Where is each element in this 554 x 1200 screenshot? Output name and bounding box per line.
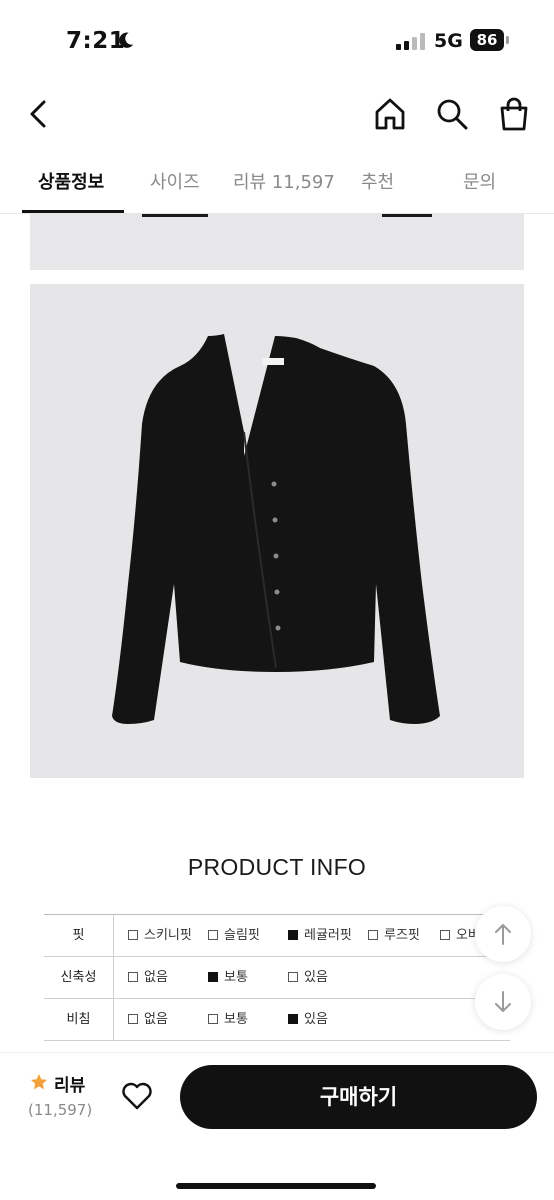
- battery-level: 86: [470, 29, 504, 51]
- sheer-option-normal: 보통: [208, 999, 248, 1041]
- home-indicator: [176, 1183, 376, 1189]
- fit-option-skinny: 스키니핏: [128, 915, 192, 957]
- bottom-purchase-bar: 리뷰 (11,597) 구매하기: [0, 1052, 554, 1200]
- home-icon: [375, 98, 405, 130]
- row-label-fit: 핏: [44, 915, 114, 957]
- cellular-signal-icon: [396, 32, 426, 50]
- fit-option-over: 오버: [440, 915, 480, 957]
- product-image-previous: [30, 214, 524, 270]
- product-image-cardigan: [30, 284, 524, 778]
- battery-tip: [506, 36, 509, 44]
- sheer-option-none: 없음: [128, 999, 168, 1041]
- sheer-option-yes: 있음: [288, 999, 328, 1041]
- moon-icon: [119, 32, 134, 48]
- product-detail-content: PRODUCT INFO 핏 스키니핏 슬림핏 레귤러핏 루즈핏 오버 신축성 …: [0, 214, 554, 1052]
- shopping-bag-icon: [500, 97, 528, 131]
- fit-option-slim: 슬림핏: [208, 915, 260, 957]
- cart-button[interactable]: [496, 96, 532, 132]
- arrow-up-icon: [495, 924, 511, 945]
- tab-size[interactable]: 사이즈: [150, 168, 200, 194]
- review-label: 리뷰: [54, 1076, 86, 1096]
- back-button[interactable]: [22, 96, 56, 132]
- stretch-option-none: 없음: [128, 957, 168, 999]
- product-tabs: 상품정보 사이즈 리뷰 11,597 추천 문의: [0, 150, 554, 214]
- scroll-top-button[interactable]: [475, 906, 531, 962]
- stretch-option-normal: 보통: [208, 957, 248, 999]
- search-button[interactable]: [434, 96, 470, 132]
- stretch-option-yes: 있음: [288, 957, 328, 999]
- heart-icon: [122, 1082, 152, 1110]
- cardigan-illustration: [112, 334, 440, 724]
- scroll-bottom-button[interactable]: [475, 974, 531, 1030]
- wishlist-button[interactable]: [120, 1079, 154, 1113]
- fit-option-regular: 레귤러핏: [288, 915, 352, 957]
- review-summary[interactable]: 리뷰 (11,597): [18, 1071, 100, 1125]
- row-label-sheer: 비침: [44, 999, 114, 1041]
- search-icon: [437, 99, 468, 130]
- tab-recommend[interactable]: 추천: [361, 168, 394, 194]
- status-bar: 7:21 5G 86: [0, 0, 554, 84]
- product-info-title: PRODUCT INFO: [187, 854, 367, 880]
- table-row: 핏 스키니핏 슬림핏 레귤러핏 루즈핏 오버: [44, 915, 510, 957]
- fit-option-loose: 루즈핏: [368, 915, 420, 957]
- product-info-table: 핏 스키니핏 슬림핏 레귤러핏 루즈핏 오버 신축성 없음 보통 있음 비침 없…: [44, 914, 510, 1041]
- network-type: 5G: [434, 30, 463, 52]
- arrow-down-icon: [495, 991, 511, 1012]
- buy-button[interactable]: 구매하기: [180, 1065, 537, 1129]
- home-button[interactable]: [372, 96, 408, 132]
- table-row: 비침 없음 보통 있음: [44, 999, 510, 1041]
- star-icon: [30, 1073, 48, 1090]
- active-tab-indicator: [22, 210, 124, 213]
- row-label-stretch: 신축성: [44, 957, 114, 999]
- review-count: (11,597): [28, 1101, 93, 1119]
- table-row: 신축성 없음 보통 있음: [44, 957, 510, 999]
- top-navigation: [0, 84, 554, 146]
- chevron-left-icon: [30, 100, 46, 128]
- tab-product-info[interactable]: 상품정보: [38, 168, 104, 194]
- tab-review[interactable]: 리뷰 11,597: [233, 168, 335, 194]
- tab-inquiry[interactable]: 문의: [463, 168, 496, 194]
